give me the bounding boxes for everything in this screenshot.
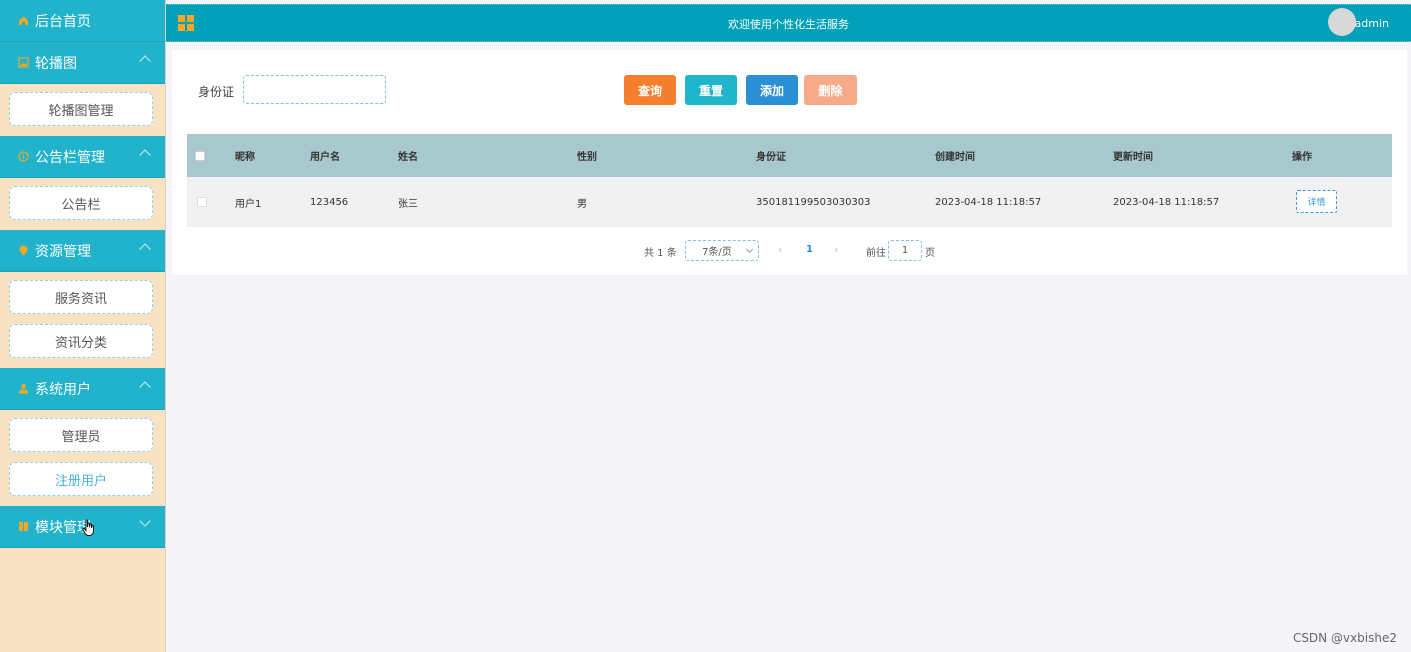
column-header-username: 用户名: [310, 152, 340, 163]
row-checkbox[interactable]: [197, 197, 207, 207]
select-all-checkbox[interactable]: [195, 151, 205, 161]
chevron-down-icon: [745, 245, 754, 254]
cell-gender: 男: [577, 198, 587, 210]
page-title: 欢迎使用个性化生活服务: [728, 18, 849, 31]
cell-id-card: 350181199503030303: [756, 196, 871, 208]
table-header: 昵称 用户名 姓名 性别 身份证 创建时间 更新时间 操作: [187, 134, 1392, 177]
location-pin-icon: [18, 245, 29, 256]
grid-icon: [18, 521, 29, 532]
chevron-down-icon: [139, 515, 151, 527]
sidebar: 后台首页 轮播图 轮播图管理 公告栏管理 公告栏 资源管理 服务资讯 资讯分类: [0, 0, 166, 652]
sidebar-item-carousel-management[interactable]: 轮播图管理: [9, 92, 153, 126]
sidebar-group-label: 系统用户: [35, 381, 91, 398]
cell-name: 张三: [398, 198, 418, 210]
sidebar-item-service-news[interactable]: 服务资讯: [9, 280, 153, 314]
add-button[interactable]: 添加: [746, 75, 798, 105]
query-button[interactable]: 查询: [624, 75, 676, 105]
header-bar: 欢迎使用个性化生活服务 admin: [166, 4, 1411, 42]
sidebar-item-registered-users[interactable]: 注册用户: [9, 462, 153, 496]
home-icon: [18, 15, 29, 26]
table-row: 用户1 123456 张三 男 350181199503030303 2023-…: [187, 177, 1392, 227]
delete-button[interactable]: 删除: [804, 75, 857, 105]
main-panel: 身份证 查询 重置 添加 删除 昵称 用户名 姓名 性别 身份证 创建时间 更新…: [172, 50, 1407, 275]
column-header-created[interactable]: 创建时间: [935, 148, 975, 163]
id-card-search-input[interactable]: [243, 75, 386, 104]
sidebar-item-label: 后台首页: [35, 13, 91, 30]
sidebar-item-admins[interactable]: 管理员: [9, 418, 153, 452]
total-count: 共 1 条: [644, 248, 677, 259]
column-header-updated[interactable]: 更新时间: [1113, 148, 1153, 163]
page-number-current[interactable]: 1: [806, 244, 813, 255]
chevron-up-icon: [139, 149, 151, 161]
hand-cursor-icon: [82, 519, 96, 541]
sidebar-item-notice-board[interactable]: 公告栏: [9, 186, 153, 220]
pagination: 共 1 条 7条/页 ‹ 1 › 前往 1 页: [172, 240, 1407, 262]
column-header-id-card: 身份证: [756, 152, 786, 163]
sidebar-group-carousel[interactable]: 轮播图: [0, 42, 165, 84]
sidebar-item-home[interactable]: 后台首页: [0, 0, 165, 42]
column-header-name: 姓名: [398, 152, 418, 163]
detail-button[interactable]: 详情: [1296, 190, 1337, 213]
cell-updated: 2023-04-18 11:18:57: [1113, 196, 1220, 208]
column-header-actions: 操作: [1292, 152, 1312, 163]
info-icon: [18, 151, 29, 162]
image-icon: [18, 57, 29, 68]
watermark: CSDN @vxbishe2: [1292, 631, 1397, 645]
avatar[interactable]: [1328, 8, 1356, 36]
cell-username: 123456: [310, 196, 349, 208]
goto-label: 前往: [866, 248, 886, 259]
chevron-up-icon: [139, 381, 151, 393]
page-suffix-label: 页: [925, 248, 935, 259]
next-page-button[interactable]: ›: [834, 243, 838, 256]
sidebar-group-label: 资源管理: [35, 243, 91, 260]
cell-nickname: 用户1: [235, 198, 262, 210]
sidebar-group-label: 轮播图: [35, 55, 77, 72]
reset-button[interactable]: 重置: [685, 75, 737, 105]
user-icon: [18, 383, 29, 394]
id-card-label: 身份证: [198, 85, 235, 99]
chevron-up-icon: [139, 243, 151, 255]
goto-page-input[interactable]: 1: [888, 240, 922, 261]
users-table: 昵称 用户名 姓名 性别 身份证 创建时间 更新时间 操作 用户1 123456…: [187, 134, 1392, 227]
chevron-up-icon: [139, 55, 151, 67]
sidebar-group-label: 公告栏管理: [35, 149, 105, 166]
column-header-nickname: 昵称: [235, 152, 255, 163]
sidebar-group-notice[interactable]: 公告栏管理: [0, 136, 165, 178]
page-size-select[interactable]: 7条/页: [685, 240, 759, 261]
cell-created: 2023-04-18 11:18:57: [935, 196, 1042, 208]
column-header-gender: 性别: [577, 152, 597, 163]
sidebar-item-news-category[interactable]: 资讯分类: [9, 324, 153, 358]
username-label[interactable]: admin: [1355, 17, 1389, 30]
sidebar-group-system-users[interactable]: 系统用户: [0, 368, 165, 410]
page-size-value: 7条/页: [702, 247, 732, 258]
prev-page-button[interactable]: ‹: [778, 243, 782, 256]
sidebar-group-resources[interactable]: 资源管理: [0, 230, 165, 272]
